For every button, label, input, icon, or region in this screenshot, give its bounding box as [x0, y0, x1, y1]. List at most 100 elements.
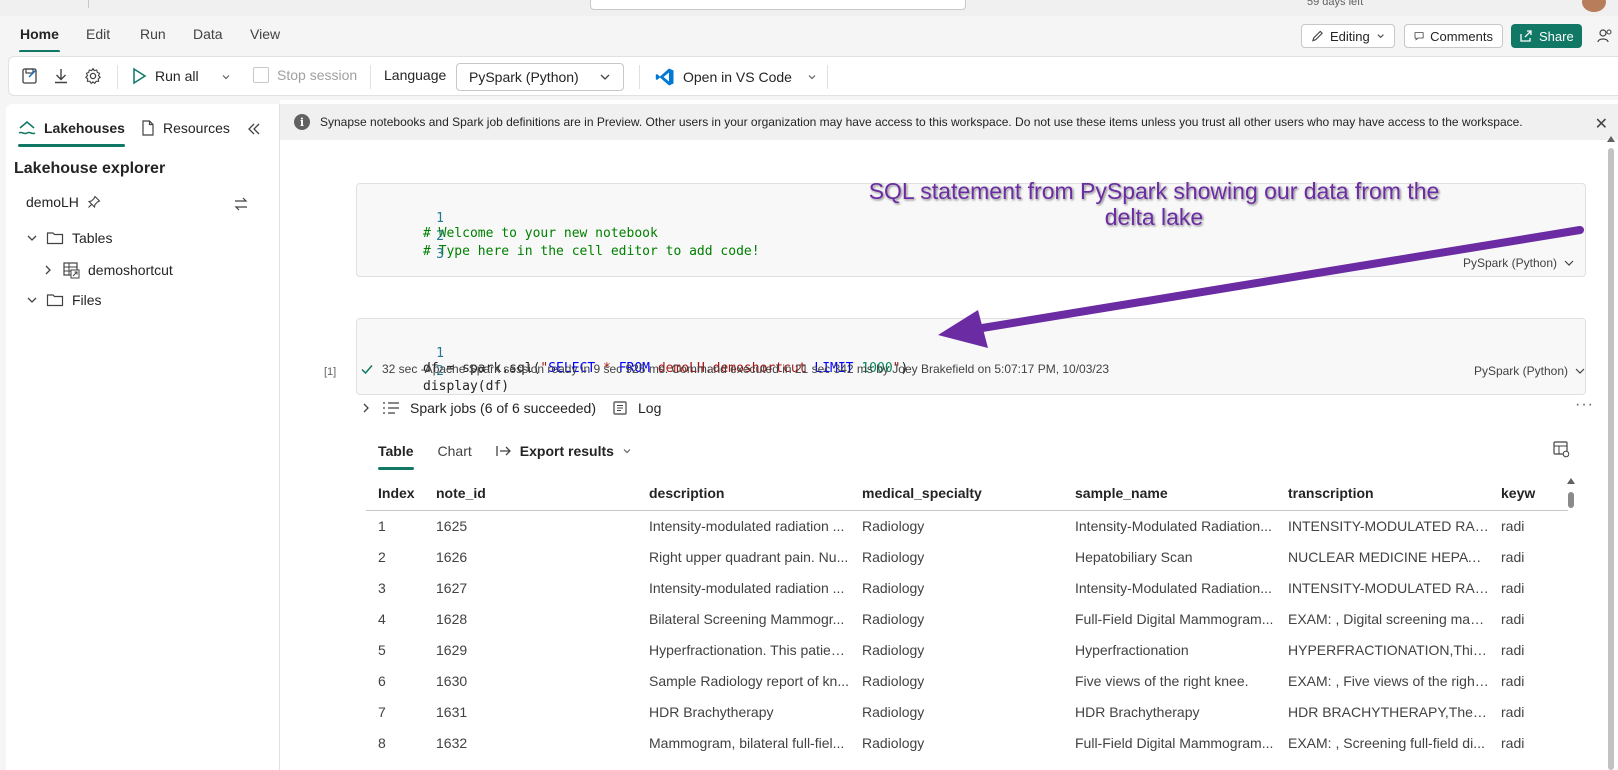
- tab-resources[interactable]: Resources: [141, 120, 230, 136]
- lakehouse-explorer-title: Lakehouse explorer: [14, 160, 166, 177]
- table-header-row: Index note_id description medical_specia…: [366, 476, 1568, 511]
- column-header[interactable]: Index: [366, 476, 424, 511]
- column-header[interactable]: note_id: [424, 476, 637, 511]
- table-cell: Radiology: [862, 734, 925, 751]
- table-row[interactable]: 7 1631 HDR Brachytherapy Radiology HDR Brach…: [366, 696, 1568, 727]
- tab-run[interactable]: Run: [140, 26, 166, 42]
- table-cell: radi: [1501, 672, 1525, 689]
- divider: [117, 65, 118, 89]
- tab-data[interactable]: Data: [193, 26, 223, 42]
- line-number: 2: [436, 229, 444, 244]
- column-header[interactable]: sample_name: [1063, 476, 1276, 511]
- table-item-label: demoshortcut: [88, 262, 173, 278]
- scrollbar-thumb[interactable]: [1568, 492, 1574, 508]
- table-cell: Intensity-Modulated Radiation...: [1075, 579, 1272, 596]
- tab-chart[interactable]: Chart: [438, 443, 472, 459]
- table-settings-icon[interactable]: [1552, 440, 1570, 458]
- tab-home[interactable]: Home: [19, 26, 60, 53]
- table-cell: radi: [1501, 548, 1525, 565]
- table-cell: 1631: [436, 703, 468, 720]
- table-cell: 5: [378, 641, 386, 658]
- preview-message: Synapse notebooks and Spark job definiti…: [320, 115, 1523, 129]
- table-cell: Full-Field Digital Mammogram...: [1075, 734, 1274, 751]
- divider: [88, 0, 89, 8]
- tree-item-files[interactable]: Files: [26, 292, 102, 308]
- table-row[interactable]: 1 1625 Intensity-modulated radiation ... Ra…: [366, 510, 1568, 541]
- scroll-up-icon[interactable]: [1567, 478, 1575, 484]
- tab-edit[interactable]: Edit: [86, 26, 110, 42]
- collapse-pane-icon[interactable]: [247, 122, 261, 136]
- notebook-scrollbar[interactable]: [1606, 136, 1616, 770]
- scroll-up-icon[interactable]: [1607, 136, 1615, 142]
- chevron-right-icon[interactable]: [360, 402, 372, 414]
- comments-button[interactable]: Comments: [1404, 24, 1503, 48]
- table-cell: Radiology: [862, 517, 925, 534]
- column-header[interactable]: description: [637, 476, 850, 511]
- column-header[interactable]: medical_specialty: [850, 476, 1063, 511]
- table-cell: Radiology: [862, 703, 925, 720]
- run-all-button[interactable]: Run all: [131, 67, 199, 85]
- close-icon[interactable]: ✕: [1595, 114, 1608, 134]
- switch-lakehouse-icon[interactable]: [233, 196, 249, 212]
- column-header[interactable]: transcription: [1276, 476, 1489, 511]
- table-row[interactable]: 2 1626 Right upper quadrant pain. Nu... Rad…: [366, 541, 1568, 572]
- scrollbar-thumb[interactable]: [1608, 148, 1614, 770]
- chevron-down-icon[interactable]: [221, 72, 231, 82]
- toolbar-surface: Run all Stop session Language PySpark (P…: [8, 56, 1618, 96]
- code-text: # Type here in the cell editor to add co…: [423, 244, 760, 259]
- language-value: PySpark (Python): [469, 69, 579, 85]
- line-number: 1: [436, 346, 444, 361]
- table-cell: INTENSITY-MODULATED RADI...: [1288, 517, 1489, 534]
- table-cell: 3: [378, 579, 386, 596]
- table-row[interactable]: 4 1628 Bilateral Screening Mammogr... Radio…: [366, 603, 1568, 634]
- pin-icon[interactable]: [87, 195, 101, 209]
- chevron-down-icon: [27, 235, 37, 241]
- spark-jobs-label[interactable]: Spark jobs (6 of 6 succeeded): [410, 400, 596, 416]
- chevron-down-icon[interactable]: [807, 72, 817, 82]
- collaborators-icon[interactable]: [1596, 27, 1614, 45]
- vscode-icon: [655, 68, 674, 86]
- trial-days-left: 59 days left: [1307, 0, 1364, 8]
- table-row[interactable]: 5 1629 Hyperfractionation. This patien... R…: [366, 634, 1568, 665]
- table-cell: Sample Radiology report of kn...: [649, 672, 849, 689]
- table-cell: 1629: [436, 641, 468, 658]
- lakehouse-selector[interactable]: demoLH: [26, 194, 101, 210]
- table-row[interactable]: 8 1632 Mammogram, bilateral full-fiel... Ra…: [366, 727, 1568, 758]
- folder-icon: [46, 232, 64, 245]
- download-icon[interactable]: [51, 66, 71, 86]
- table-cell: 1627: [436, 579, 468, 596]
- chevron-down-icon: [1575, 368, 1585, 374]
- document-icon: [142, 120, 154, 136]
- log-label[interactable]: Log: [638, 400, 661, 416]
- share-button[interactable]: Share: [1511, 24, 1582, 48]
- table-scrollbar[interactable]: [1566, 476, 1576, 770]
- stop-session-button[interactable]: Stop session: [253, 67, 357, 83]
- stop-session-checkbox: [253, 67, 269, 83]
- settings-gear-icon[interactable]: [83, 66, 103, 86]
- more-options-icon[interactable]: ···: [1575, 396, 1594, 414]
- tab-table[interactable]: Table: [378, 443, 414, 470]
- column-header[interactable]: keyw: [1489, 476, 1568, 511]
- result-tabs: Table Chart Export results: [378, 436, 632, 470]
- export-results-button[interactable]: Export results: [496, 443, 632, 459]
- table-row[interactable]: 3 1627 Intensity-modulated radiation ... Ra…: [366, 572, 1568, 603]
- save-icon[interactable]: [20, 66, 40, 86]
- chevron-down-icon: [27, 297, 37, 303]
- share-label: Share: [1539, 28, 1574, 44]
- cell-language-selector[interactable]: PySpark (Python): [1474, 364, 1586, 378]
- table-row[interactable]: 6 1630 Sample Radiology report of kn... Rad…: [366, 665, 1568, 696]
- tree-item-tables[interactable]: Tables: [26, 230, 112, 246]
- language-select[interactable]: PySpark (Python): [456, 63, 624, 91]
- avatar[interactable]: [1582, 0, 1606, 12]
- annotation-arrow-icon: [938, 226, 1584, 348]
- search-input[interactable]: [590, 0, 966, 10]
- tree-item-demoshortcut[interactable]: demoshortcut: [42, 261, 173, 279]
- chevron-down-icon: [600, 74, 610, 80]
- tab-lakehouses[interactable]: Lakehouses: [18, 120, 125, 147]
- editing-mode-button[interactable]: Editing: [1301, 24, 1395, 48]
- table-cell: Radiology: [862, 641, 925, 658]
- tab-view[interactable]: View: [250, 26, 280, 42]
- table-cell: Radiology: [862, 548, 925, 565]
- table-cell: Intensity-Modulated Radiation...: [1075, 517, 1272, 534]
- open-in-vscode-button[interactable]: Open in VS Code: [655, 67, 792, 87]
